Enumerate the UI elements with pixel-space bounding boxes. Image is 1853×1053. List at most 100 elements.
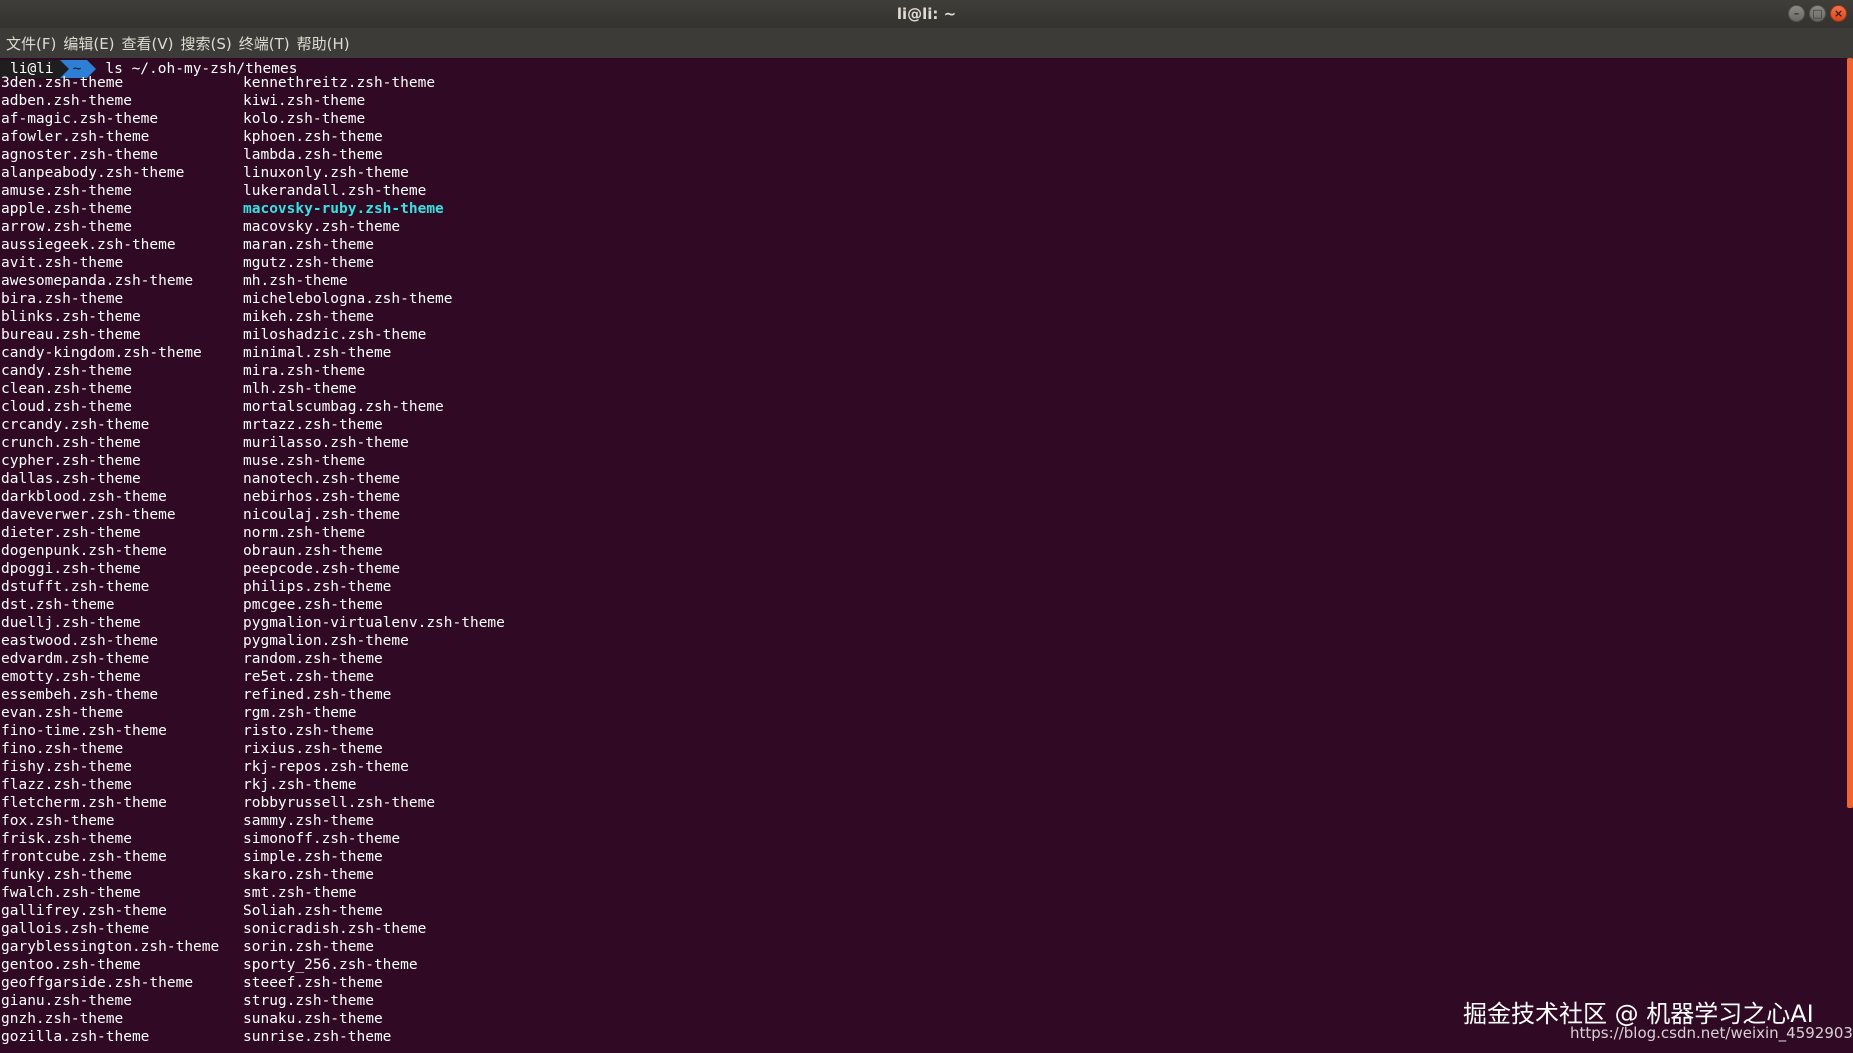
list-item: darkblood.zsh-theme (1, 489, 167, 505)
list-item: sunaku.zsh-theme (243, 1011, 383, 1027)
list-item: candy-kingdom.zsh-theme (1, 345, 202, 361)
window-title: li@li: ~ (896, 5, 957, 23)
list-item: gentoo.zsh-theme (1, 957, 141, 973)
list-item: sorin.zsh-theme (243, 939, 374, 955)
list-item: sunrise.zsh-theme (243, 1029, 392, 1045)
window-controls: – □ × (1788, 5, 1847, 22)
list-item: cloud.zsh-theme (1, 399, 132, 415)
list-item: mgutz.zsh-theme (243, 255, 374, 271)
list-item: maran.zsh-theme (243, 237, 374, 253)
menu-search[interactable]: 搜索(S) (181, 33, 239, 54)
list-item: obraun.zsh-theme (243, 543, 383, 559)
list-item: flazz.zsh-theme (1, 777, 132, 793)
list-item: gozilla.zsh-theme (1, 1029, 150, 1045)
menu-help[interactable]: 帮助(H) (297, 33, 357, 54)
list-item: rgm.zsh-theme (243, 705, 357, 721)
list-item: mh.zsh-theme (243, 273, 348, 289)
list-item: rkj.zsh-theme (243, 777, 357, 793)
list-item: Soliah.zsh-theme (243, 903, 383, 919)
list-item: gianu.zsh-theme (1, 993, 132, 1009)
menu-view[interactable]: 查看(V) (122, 33, 181, 54)
list-item: afowler.zsh-theme (1, 129, 150, 145)
list-item: mikeh.zsh-theme (243, 309, 374, 325)
list-item: adben.zsh-theme (1, 93, 132, 109)
menu-terminal[interactable]: 终端(T) (239, 33, 297, 54)
list-item: fino.zsh-theme (1, 741, 124, 757)
list-item: rixius.zsh-theme (243, 741, 383, 757)
list-item: edvardm.zsh-theme (1, 651, 150, 667)
scrollbar[interactable] (1847, 58, 1853, 808)
list-item: risto.zsh-theme (243, 723, 374, 739)
menu-file[interactable]: 文件(F) (6, 33, 63, 54)
list-item: arrow.zsh-theme (1, 219, 132, 235)
list-item: gallifrey.zsh-theme (1, 903, 167, 919)
list-item: macovsky-ruby.zsh-theme (243, 201, 444, 217)
list-item: nicoulaj.zsh-theme (243, 507, 401, 523)
list-item: fox.zsh-theme (1, 813, 115, 829)
title-bar[interactable]: li@li: ~ – □ × (0, 0, 1853, 29)
menu-bar: 文件(F) 编辑(E) 查看(V) 搜索(S) 终端(T) 帮助(H) (0, 28, 1853, 58)
list-item: blinks.zsh-theme (1, 309, 141, 325)
list-item: sammy.zsh-theme (243, 813, 374, 829)
list-item: geoffgarside.zsh-theme (1, 975, 194, 991)
terminal-output[interactable]: li@li ~ ls ~/.oh-my-zsh/themes 3den.zsh-… (0, 58, 1853, 1053)
list-item: kphoen.zsh-theme (243, 129, 383, 145)
list-item: lukerandall.zsh-theme (243, 183, 427, 199)
list-item: duellj.zsh-theme (1, 615, 141, 631)
list-item: re5et.zsh-theme (243, 669, 374, 685)
list-item: fletcherm.zsh-theme (1, 795, 167, 811)
list-item: dstufft.zsh-theme (1, 579, 150, 595)
list-item: crcandy.zsh-theme (1, 417, 150, 433)
list-item: sonicradish.zsh-theme (243, 921, 427, 937)
list-item: minimal.zsh-theme (243, 345, 392, 361)
list-item: sporty_256.zsh-theme (243, 957, 418, 973)
menu-edit[interactable]: 编辑(E) (63, 33, 121, 54)
list-item: awesomepanda.zsh-theme (1, 273, 194, 289)
list-item: evan.zsh-theme (1, 705, 124, 721)
list-item: garyblessington.zsh-theme (1, 939, 220, 955)
list-item: 3den.zsh-theme (1, 75, 124, 91)
list-item: af-magic.zsh-theme (1, 111, 159, 127)
list-item: mlh.zsh-theme (243, 381, 357, 397)
list-item: pygmalion.zsh-theme (243, 633, 409, 649)
list-item: refined.zsh-theme (243, 687, 392, 703)
list-item: dst.zsh-theme (1, 597, 115, 613)
list-item: gallois.zsh-theme (1, 921, 150, 937)
list-item: dogenpunk.zsh-theme (1, 543, 167, 559)
list-item: random.zsh-theme (243, 651, 383, 667)
list-item: clean.zsh-theme (1, 381, 132, 397)
list-item: lambda.zsh-theme (243, 147, 383, 163)
list-item: avit.zsh-theme (1, 255, 124, 271)
list-item: eastwood.zsh-theme (1, 633, 159, 649)
list-item: kolo.zsh-theme (243, 111, 366, 127)
list-item: simple.zsh-theme (243, 849, 383, 865)
list-item: gnzh.zsh-theme (1, 1011, 124, 1027)
list-item: macovsky.zsh-theme (243, 219, 401, 235)
list-item: norm.zsh-theme (243, 525, 366, 541)
list-item: pygmalion-virtualenv.zsh-theme (243, 615, 505, 631)
list-item: bureau.zsh-theme (1, 327, 141, 343)
list-item: muse.zsh-theme (243, 453, 366, 469)
list-item: miloshadzic.zsh-theme (243, 327, 427, 343)
list-item: nanotech.zsh-theme (243, 471, 401, 487)
list-item: peepcode.zsh-theme (243, 561, 401, 577)
list-item: skaro.zsh-theme (243, 867, 374, 883)
list-item: nebirhos.zsh-theme (243, 489, 401, 505)
list-item: murilasso.zsh-theme (243, 435, 409, 451)
close-button[interactable]: × (1830, 5, 1847, 22)
list-item: fishy.zsh-theme (1, 759, 132, 775)
list-item: aussiegeek.zsh-theme (1, 237, 176, 253)
maximize-button[interactable]: □ (1809, 5, 1826, 22)
list-item: crunch.zsh-theme (1, 435, 141, 451)
list-item: kennethreitz.zsh-theme (243, 75, 436, 91)
list-item: mira.zsh-theme (243, 363, 366, 379)
list-item: daveverwer.zsh-theme (1, 507, 176, 523)
list-item: linuxonly.zsh-theme (243, 165, 409, 181)
list-item: rkj-repos.zsh-theme (243, 759, 409, 775)
list-item: bira.zsh-theme (1, 291, 124, 307)
list-item: michelebologna.zsh-theme (243, 291, 453, 307)
list-item: cypher.zsh-theme (1, 453, 141, 469)
minimize-button[interactable]: – (1788, 5, 1805, 22)
list-item: frisk.zsh-theme (1, 831, 132, 847)
list-item: candy.zsh-theme (1, 363, 132, 379)
